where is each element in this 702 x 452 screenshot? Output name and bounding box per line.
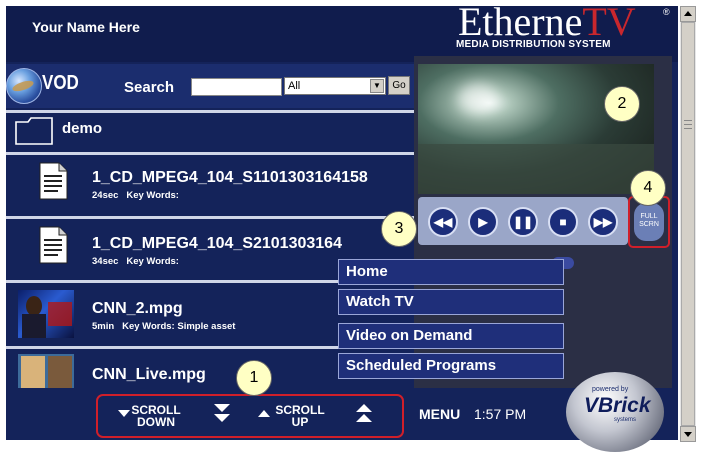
row-divider [6,216,418,219]
ethernetv-logo: EtherneTV [458,2,636,42]
menu-item-watch-tv[interactable]: Watch TV [338,289,564,315]
callout-4: 4 [630,170,666,206]
scroll-up-arrow-icon[interactable] [356,414,372,422]
fullscreen-button[interactable]: FULL SCRN [634,203,664,241]
thumbnail-ticker [48,302,72,326]
pause-button[interactable]: ❚❚ [508,207,538,237]
scroll-up-label-2: UP [291,415,309,429]
vbrick-name: VBrick [584,394,651,417]
list-item-keywords-label: Key Words: [126,256,179,267]
thumbnail-person-right [48,356,72,388]
list-item-title[interactable]: CNN_2.mpg [92,300,183,318]
username: Your Name Here [32,19,140,35]
play-button[interactable]: ▶ [468,207,498,237]
thumbnail-person-left [21,356,45,388]
logo-subtitle: MEDIA DISTRIBUTION SYSTEM [456,39,611,50]
video-ground [418,144,654,194]
list-item-meta: 34sec Key Words: [92,256,179,267]
fast-forward-button[interactable]: ▶▶ [588,207,618,237]
scrollbar-thumb[interactable] [681,22,695,426]
menu-button[interactable]: MENU [419,406,460,422]
thumbnail-person [26,296,42,316]
fullscreen-label-1: FULL [640,213,658,220]
scroll-down-button[interactable]: SCROLL DOWN [130,404,182,428]
vbrick-systems: systems [614,417,637,423]
list-item-title[interactable]: 1_CD_MPEG4_104_S1101303164158 [92,169,368,187]
vbrick-powered-by: powered by [592,386,629,393]
logo-registered: ® [663,7,670,17]
scroll-up-arrow-icon[interactable] [356,404,372,412]
fullscreen-label-2: SCRN [639,221,659,228]
filter-select-value: All [288,80,301,92]
scroll-down-label-2: DOWN [137,415,175,429]
vbrick-logo: powered by VBrick systems [566,372,664,452]
search-label: Search [124,79,175,96]
scroll-down-arrow-icon[interactable] [214,404,230,412]
callout-3: 3 [381,211,417,247]
scroll-down-arrow-icon[interactable] [214,414,230,422]
stop-button[interactable]: ■ [548,207,578,237]
list-item-duration: 34sec [92,256,119,267]
document-icon[interactable] [38,162,68,200]
thumbnail-person-body [22,314,46,338]
video-preview[interactable] [418,64,654,194]
menu-item-home[interactable]: Home [338,259,564,285]
scrollbar-down-button[interactable] [680,426,696,442]
video-thumbnail[interactable] [18,354,74,388]
list-item-keywords: Simple asset [177,321,236,332]
list-item-duration: 5min [92,321,115,332]
scroll-down-arrow-icon[interactable] [118,410,130,417]
scrollbar-grip [684,128,692,129]
clock: 1:57 PM [474,406,527,422]
globe-icon [6,68,42,104]
chevron-up-icon [684,11,692,16]
document-icon[interactable] [38,226,68,264]
vod-label: VOD [42,72,79,94]
filter-select[interactable]: All ▼ [284,77,386,95]
list-item-meta: 5min Key Words: Simple asset [92,321,235,332]
search-input[interactable] [191,78,282,96]
list-item-title[interactable]: CNN_Live.mpg [92,366,206,384]
go-button[interactable]: Go [388,76,410,95]
menu-item-video-on-demand[interactable]: Video on Demand [338,323,564,349]
list-item-keywords-label: Key Words: [126,190,179,201]
chevron-down-icon[interactable]: ▼ [370,79,384,93]
scrollbar-grip [684,120,692,121]
scrollbar-up-button[interactable] [680,6,696,22]
list-item-meta: 24sec Key Words: [92,190,179,201]
row-divider [6,152,418,155]
list-item-keywords-label: Key Words: [122,321,175,332]
logo-tv: TV [582,0,636,44]
chevron-down-icon [684,432,692,437]
scroll-up-arrow-icon[interactable] [258,410,270,417]
callout-1: 1 [236,360,272,396]
video-thumbnail[interactable] [18,290,74,338]
rewind-button[interactable]: ◀◀ [428,207,458,237]
list-item-duration: 24sec [92,190,119,201]
callout-2: 2 [604,86,640,122]
folder-icon[interactable] [15,117,53,145]
video-light-spot [458,84,498,114]
menu-item-scheduled-programs[interactable]: Scheduled Programs [338,353,564,379]
scrollbar-grip [684,124,692,125]
row-divider [6,110,418,113]
folder-label[interactable]: demo [62,120,102,137]
logo-main: Etherne [458,0,583,44]
list-item-title[interactable]: 1_CD_MPEG4_104_S2101303164 [92,235,342,253]
scroll-up-button[interactable]: SCROLL UP [274,404,326,428]
